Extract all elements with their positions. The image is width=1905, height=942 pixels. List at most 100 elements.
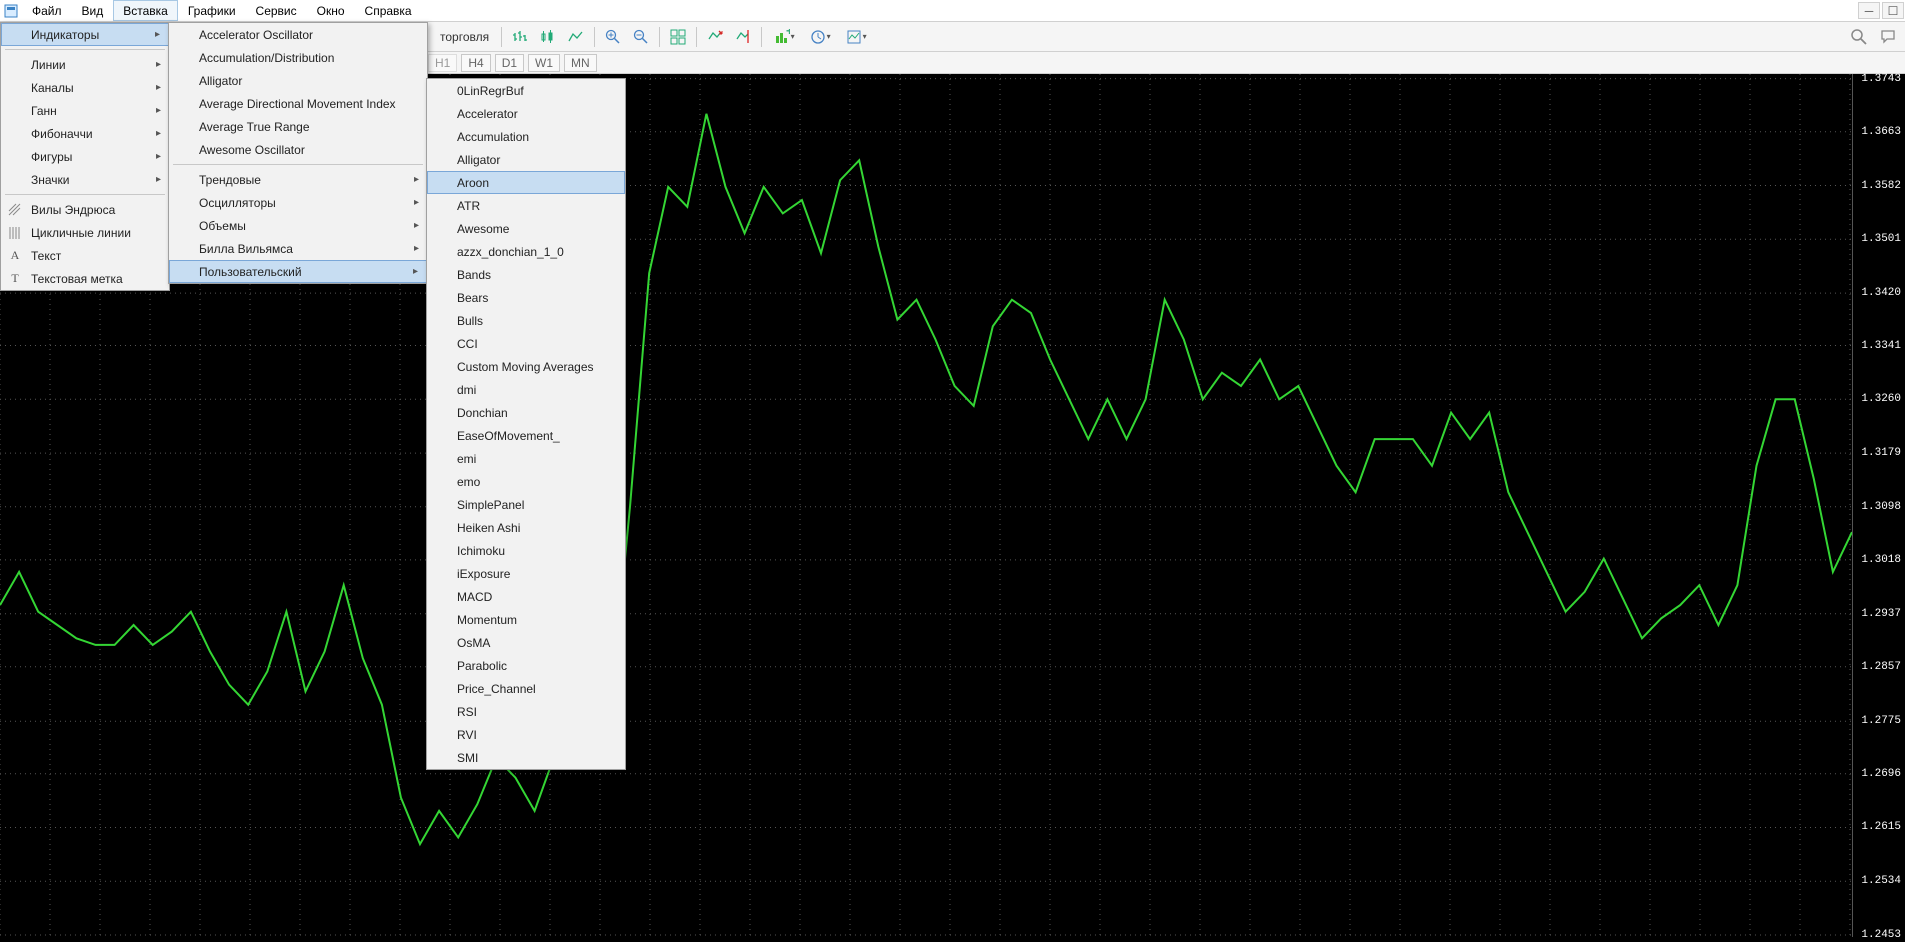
search-icon[interactable] — [1847, 25, 1871, 49]
menu-item[interactable]: azzx_donchian_1_0 — [427, 240, 625, 263]
window-maximize[interactable]: ☐ — [1882, 2, 1904, 19]
menu-item[interactable]: Билла Вильямса — [169, 237, 427, 260]
menu-item[interactable]: Aroon — [427, 171, 625, 194]
menu-item[interactable]: Price_Channel — [427, 677, 625, 700]
menu-item[interactable]: Вилы Эндрюса — [1, 198, 169, 221]
price-tick-label: 1.3663 — [1861, 126, 1901, 138]
menu-item[interactable]: Ганн — [1, 99, 169, 122]
menu-item[interactable]: Accelerator — [427, 102, 625, 125]
menu-item[interactable]: Alligator — [169, 69, 427, 92]
app-icon — [0, 0, 22, 21]
price-tick-label: 1.3743 — [1861, 73, 1901, 85]
menu-item[interactable]: Parabolic — [427, 654, 625, 677]
menu-item[interactable]: emi — [427, 447, 625, 470]
menu-item[interactable]: iExposure — [427, 562, 625, 585]
menu-item[interactable]: Значки — [1, 168, 169, 191]
price-axis: 1.37431.36631.35821.35011.34201.33411.32… — [1852, 74, 1905, 937]
price-tick-label: 1.3018 — [1861, 554, 1901, 566]
menu-item[interactable]: Ichimoku — [427, 539, 625, 562]
menu-item[interactable]: Индикаторы — [1, 23, 169, 46]
menu-item[interactable]: ATR — [427, 194, 625, 217]
menu-item[interactable]: Donchian — [427, 401, 625, 424]
zoom-in-icon[interactable] — [601, 25, 625, 49]
tf-d1[interactable]: D1 — [495, 54, 524, 72]
menu-item[interactable]: Custom Moving Averages — [427, 355, 625, 378]
menu-item[interactable]: TТекстовая метка — [1, 267, 169, 290]
menu-item[interactable]: RVI — [427, 723, 625, 746]
menu-item[interactable]: Объемы — [169, 214, 427, 237]
menu-item[interactable]: Accumulation — [427, 125, 625, 148]
price-tick-label: 1.3341 — [1861, 340, 1901, 352]
menu-item[interactable]: Heiken Ashi — [427, 516, 625, 539]
price-tick-label: 1.2857 — [1861, 661, 1901, 673]
periods-icon[interactable]: ▾ — [804, 25, 836, 49]
menu-item[interactable]: Фибоначчи — [1, 122, 169, 145]
menu-charts[interactable]: Графики — [178, 0, 246, 21]
svg-text:+: + — [786, 29, 790, 38]
custom-indicators-submenu: 0LinRegrBufAcceleratorAccumulationAlliga… — [426, 78, 626, 770]
window-minimize[interactable]: ─ — [1858, 2, 1880, 19]
menu-item[interactable]: 0LinRegrBuf — [427, 79, 625, 102]
menu-item[interactable]: OsMA — [427, 631, 625, 654]
price-tick-label: 1.3420 — [1861, 287, 1901, 299]
menu-item[interactable]: Bulls — [427, 309, 625, 332]
menu-window[interactable]: Окно — [307, 0, 355, 21]
menu-item[interactable]: MACD — [427, 585, 625, 608]
templates-icon[interactable]: ▾ — [840, 25, 872, 49]
menu-service[interactable]: Сервис — [246, 0, 307, 21]
price-tick-label: 1.2453 — [1861, 929, 1901, 941]
menu-insert[interactable]: Вставка — [113, 0, 178, 21]
line-chart-icon[interactable] — [564, 25, 588, 49]
menu-item[interactable]: Пользовательский — [169, 260, 427, 283]
price-tick-label: 1.2937 — [1861, 608, 1901, 620]
price-tick-label: 1.3260 — [1861, 393, 1901, 405]
menu-item[interactable]: CCI — [427, 332, 625, 355]
chart-shift-icon[interactable] — [731, 25, 755, 49]
menu-item[interactable]: SMI — [427, 746, 625, 769]
chat-icon[interactable] — [1877, 25, 1901, 49]
menu-item[interactable]: Линии — [1, 53, 169, 76]
menu-item[interactable]: dmi — [427, 378, 625, 401]
menu-item[interactable]: Осцилляторы — [169, 191, 427, 214]
bar-chart-icon[interactable] — [508, 25, 532, 49]
menu-item[interactable]: Average True Range — [169, 115, 427, 138]
menu-item[interactable]: Bands — [427, 263, 625, 286]
menu-item[interactable]: RSI — [427, 700, 625, 723]
menu-item[interactable]: emo — [427, 470, 625, 493]
menu-item[interactable]: Трендовые — [169, 168, 427, 191]
price-tick-label: 1.2534 — [1861, 875, 1901, 887]
menu-item[interactable]: Awesome Oscillator — [169, 138, 427, 161]
menu-file[interactable]: Файл — [22, 0, 72, 21]
insert-submenu: Индикаторы ЛинииКаналыГаннФибоначчиФигуры… — [0, 22, 170, 291]
candlestick-icon[interactable] — [536, 25, 560, 49]
indicators-submenu: Accelerator OscillatorAccumulation/Distr… — [168, 22, 428, 284]
menu-item[interactable]: Фигуры — [1, 145, 169, 168]
price-tick-label: 1.3098 — [1861, 501, 1901, 513]
menu-item[interactable]: SimplePanel — [427, 493, 625, 516]
tf-mn[interactable]: MN — [564, 54, 597, 72]
zoom-out-icon[interactable] — [629, 25, 653, 49]
menu-view[interactable]: Вид — [72, 0, 114, 21]
tf-h1[interactable]: H1 — [428, 54, 457, 72]
tf-w1[interactable]: W1 — [528, 54, 560, 72]
price-tick-label: 1.2775 — [1861, 715, 1901, 727]
tile-windows-icon[interactable] — [666, 25, 690, 49]
menu-item[interactable]: Awesome — [427, 217, 625, 240]
menu-item[interactable]: EaseOfMovement_ — [427, 424, 625, 447]
menu-item[interactable]: Цикличные линии — [1, 221, 169, 244]
menu-bar: Файл Вид Вставка Графики Сервис Окно Спр… — [0, 0, 1905, 22]
menu-item[interactable]: Каналы — [1, 76, 169, 99]
price-tick-label: 1.3179 — [1861, 447, 1901, 459]
toolbar-trade-label[interactable]: торговля — [434, 30, 495, 44]
menu-help[interactable]: Справка — [355, 0, 422, 21]
menu-item[interactable]: Accumulation/Distribution — [169, 46, 427, 69]
indicators-icon[interactable]: +▾ — [768, 25, 800, 49]
menu-item[interactable]: Alligator — [427, 148, 625, 171]
menu-item[interactable]: Momentum — [427, 608, 625, 631]
menu-item[interactable]: Accelerator Oscillator — [169, 23, 427, 46]
menu-item[interactable]: Bears — [427, 286, 625, 309]
autoscroll-icon[interactable] — [703, 25, 727, 49]
menu-item[interactable]: AТекст — [1, 244, 169, 267]
menu-item[interactable]: Average Directional Movement Index — [169, 92, 427, 115]
tf-h4[interactable]: H4 — [461, 54, 490, 72]
